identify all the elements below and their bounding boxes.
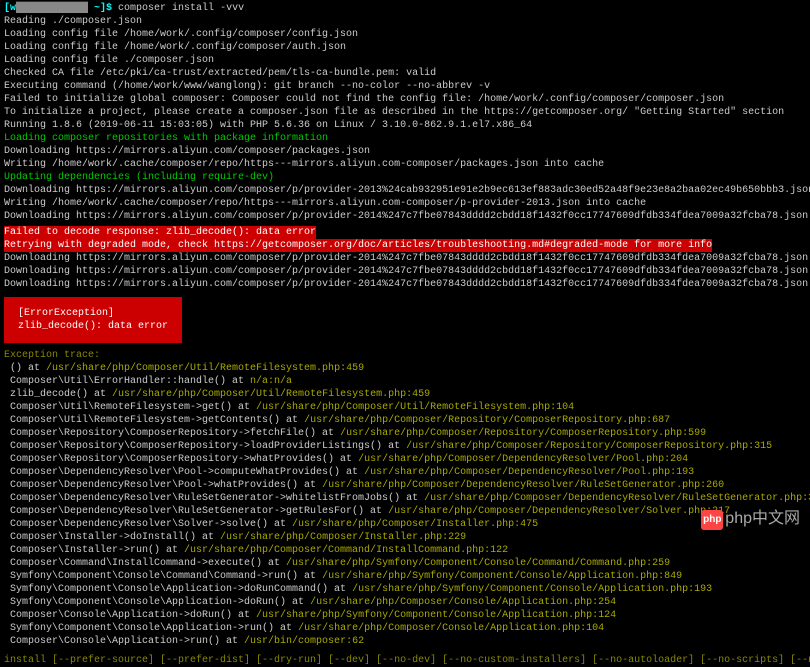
- output-line: To initialize a project, please create a…: [4, 106, 806, 119]
- trace-item: Composer\DependencyResolver\Solver->solv…: [4, 518, 806, 531]
- output-line: Downloading https://mirrors.aliyun.com/c…: [4, 278, 806, 291]
- terminal[interactable]: [w████████████ ~]$ composer install -vvv…: [4, 2, 806, 667]
- status-line: Loading composer repositories with packa…: [4, 132, 806, 145]
- trace-item: Composer\DependencyResolver\Pool->comput…: [4, 466, 806, 479]
- trace-item: Composer\Util\RemoteFilesystem->get() at…: [4, 401, 806, 414]
- output-line: Downloading https://mirrors.aliyun.com/c…: [4, 265, 806, 278]
- trace-item: zlib_decode() at /usr/share/php/Composer…: [4, 388, 806, 401]
- output-line: Loading config file /home/work/.config/c…: [4, 28, 806, 41]
- trace-item: Composer\Command\InstallCommand->execute…: [4, 557, 806, 570]
- trace-item: Composer\Util\RemoteFilesystem->getConte…: [4, 414, 806, 427]
- output-line: Executing command (/home/work/www/wanglo…: [4, 80, 806, 93]
- output-line: Downloading https://mirrors.aliyun.com/c…: [4, 145, 806, 158]
- trace-item: Composer\DependencyResolver\RuleSetGener…: [4, 492, 806, 505]
- prompt-line: [w████████████ ~]$ composer install -vvv: [4, 2, 806, 15]
- error-line: Retrying with degraded mode, check https…: [4, 239, 806, 252]
- trace-item: Composer\Util\ErrorHandler::handle() at …: [4, 375, 806, 388]
- trace-item: Composer\Repository\ComposerRepository->…: [4, 427, 806, 440]
- trace-item: Symfony\Component\Console\Application->d…: [4, 596, 806, 609]
- output-line: Checked CA file /etc/pki/ca-trust/extrac…: [4, 67, 806, 80]
- watermark-text: php中文网: [725, 509, 800, 530]
- output-line: Loading config file /home/work/.config/c…: [4, 41, 806, 54]
- error-title: [ErrorException]: [18, 307, 168, 320]
- trace-item: Composer\Repository\ComposerRepository->…: [4, 453, 806, 466]
- trace-header: Exception trace:: [4, 349, 806, 362]
- trace-item: Composer\Installer->run() at /usr/share/…: [4, 544, 806, 557]
- output-line: Downloading https://mirrors.aliyun.com/c…: [4, 184, 806, 197]
- trace-item: Symfony\Component\Console\Application->d…: [4, 583, 806, 596]
- error-exception-box: [ErrorException] zlib_decode(): data err…: [4, 297, 182, 343]
- output-line: Writing /home/work/.cache/composer/repo/…: [4, 197, 806, 210]
- error-msg: zlib_decode(): data error: [18, 320, 168, 333]
- trace-item: Composer\Console\Application->run() at /…: [4, 635, 806, 648]
- status-line: Updating dependencies (including require…: [4, 171, 806, 184]
- trace-list: () at /usr/share/php/Composer/Util/Remot…: [4, 362, 806, 648]
- php-icon: php: [701, 510, 723, 530]
- error-line: Failed to decode response: zlib_decode()…: [4, 226, 806, 239]
- output-line: Downloading https://mirrors.aliyun.com/c…: [4, 252, 806, 265]
- trace-item: Composer\Repository\ComposerRepository->…: [4, 440, 806, 453]
- watermark: php php中文网: [701, 509, 800, 530]
- trace-item: Symfony\Component\Console\Application->r…: [4, 622, 806, 635]
- output-line: Writing /home/work/.cache/composer/repo/…: [4, 158, 806, 171]
- output-line: Failed to initialize global composer: Co…: [4, 93, 806, 106]
- output-line: Running 1.8.6 (2019-06-11 15:03:05) with…: [4, 119, 806, 132]
- output-line: Downloading https://mirrors.aliyun.com/c…: [4, 210, 806, 223]
- usage-line: install [--prefer-source] [--prefer-dist…: [4, 654, 806, 667]
- trace-item: Composer\DependencyResolver\RuleSetGener…: [4, 505, 806, 518]
- trace-item: () at /usr/share/php/Composer/Util/Remot…: [4, 362, 806, 375]
- trace-item: Composer\Console\Application->doRun() at…: [4, 609, 806, 622]
- output-line: Loading config file ./composer.json: [4, 54, 806, 67]
- trace-item: Symfony\Component\Console\Command\Comman…: [4, 570, 806, 583]
- output-line: Reading ./composer.json: [4, 15, 806, 28]
- trace-item: Composer\DependencyResolver\Pool->whatPr…: [4, 479, 806, 492]
